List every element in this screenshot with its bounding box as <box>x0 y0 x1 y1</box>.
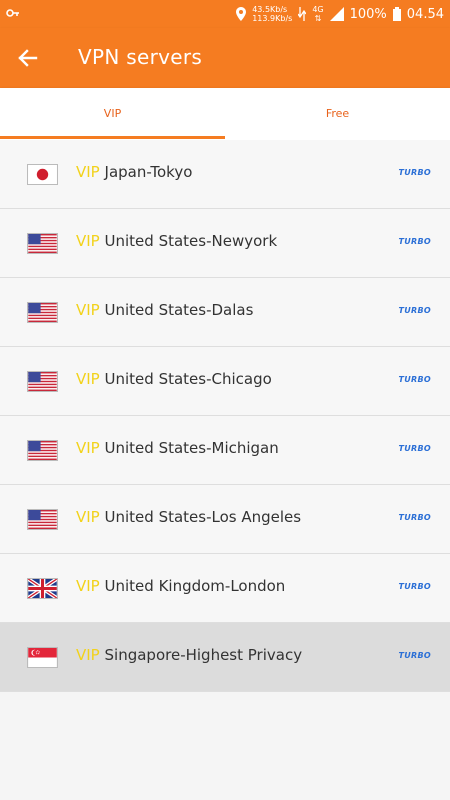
server-row-uk-london[interactable]: VIP United Kingdom-London TURBO <box>0 554 450 623</box>
us-flag-icon <box>27 509 58 530</box>
active-tab-indicator <box>0 136 225 139</box>
network-speed: 43.5Kb/s 113.9Kb/s <box>252 5 293 23</box>
status-bar: 43.5Kb/s 113.9Kb/s 4G ⇅ 100% 04.54 <box>0 0 450 28</box>
server-name: United States-Chicago <box>104 370 272 388</box>
server-row-japan-tokyo[interactable]: VIP Japan-Tokyo TURBO <box>0 140 450 209</box>
page-title: VPN servers <box>78 45 203 69</box>
turbo-badge: TURBO <box>398 444 431 453</box>
server-row-us-dalas[interactable]: VIP United States-Dalas TURBO <box>0 278 450 347</box>
server-name: United States-Dalas <box>104 301 254 319</box>
tab-free[interactable]: Free <box>225 88 450 140</box>
turbo-badge: TURBO <box>398 306 431 315</box>
key-icon <box>6 9 19 17</box>
server-name: United States-Michigan <box>104 439 279 457</box>
tab-bar: VIP Free <box>0 88 450 140</box>
server-label: VIP United Kingdom-London <box>76 577 285 595</box>
app-bar: VPN servers <box>0 28 450 88</box>
server-row-us-chicago[interactable]: VIP United States-Chicago TURBO <box>0 347 450 416</box>
turbo-badge: TURBO <box>398 513 431 522</box>
server-row-singapore[interactable]: VIP Singapore-Highest Privacy TURBO <box>0 623 450 692</box>
battery-percent: 100% <box>349 6 387 22</box>
turbo-badge: TURBO <box>398 651 431 660</box>
back-button[interactable] <box>10 40 46 76</box>
server-label: VIP United States-Chicago <box>76 370 272 388</box>
server-name: Japan-Tokyo <box>104 163 193 181</box>
tab-vip[interactable]: VIP <box>0 88 225 140</box>
server-name: United States-Los Angeles <box>104 508 302 526</box>
turbo-badge: TURBO <box>398 237 431 246</box>
server-list: VIP Japan-Tokyo TURBO VIP United States-… <box>0 140 450 692</box>
battery-icon <box>392 7 401 21</box>
network-type: 4G ⇅ <box>312 5 324 23</box>
singapore-flag-icon <box>27 647 58 668</box>
server-row-us-michigan[interactable]: VIP United States-Michigan TURBO <box>0 416 450 485</box>
signal-icon <box>329 7 344 21</box>
tier-label: VIP <box>76 163 100 181</box>
server-label: VIP United States-Newyork <box>76 232 277 250</box>
server-label: VIP United States-Dalas <box>76 301 253 319</box>
data-transfer-icon <box>298 7 307 21</box>
turbo-badge: TURBO <box>398 582 431 591</box>
server-name: United Kingdom-London <box>104 577 286 595</box>
clock: 04.54 <box>406 6 444 22</box>
tier-label: VIP <box>76 646 100 664</box>
tier-label: VIP <box>76 577 100 595</box>
us-flag-icon <box>27 233 58 254</box>
server-row-us-los-angeles[interactable]: VIP United States-Los Angeles TURBO <box>0 485 450 554</box>
turbo-badge: TURBO <box>398 375 431 384</box>
tier-label: VIP <box>76 301 100 319</box>
tier-label: VIP <box>76 508 100 526</box>
japan-flag-icon <box>27 164 58 185</box>
uk-flag-icon <box>27 578 58 599</box>
location-icon <box>236 7 247 21</box>
tier-label: VIP <box>76 439 100 457</box>
server-label: VIP United States-Los Angeles <box>76 508 301 526</box>
arrow-left-icon <box>18 49 38 67</box>
server-name: United States-Newyork <box>104 232 278 250</box>
server-row-us-newyork[interactable]: VIP United States-Newyork TURBO <box>0 209 450 278</box>
server-label: VIP Japan-Tokyo <box>76 163 192 181</box>
server-label: VIP Singapore-Highest Privacy <box>76 646 302 664</box>
server-label: VIP United States-Michigan <box>76 439 279 457</box>
tier-label: VIP <box>76 370 100 388</box>
us-flag-icon <box>27 371 58 392</box>
server-name: Singapore-Highest Privacy <box>104 646 303 664</box>
tier-label: VIP <box>76 232 100 250</box>
turbo-badge: TURBO <box>398 168 431 177</box>
us-flag-icon <box>27 302 58 323</box>
us-flag-icon <box>27 440 58 461</box>
